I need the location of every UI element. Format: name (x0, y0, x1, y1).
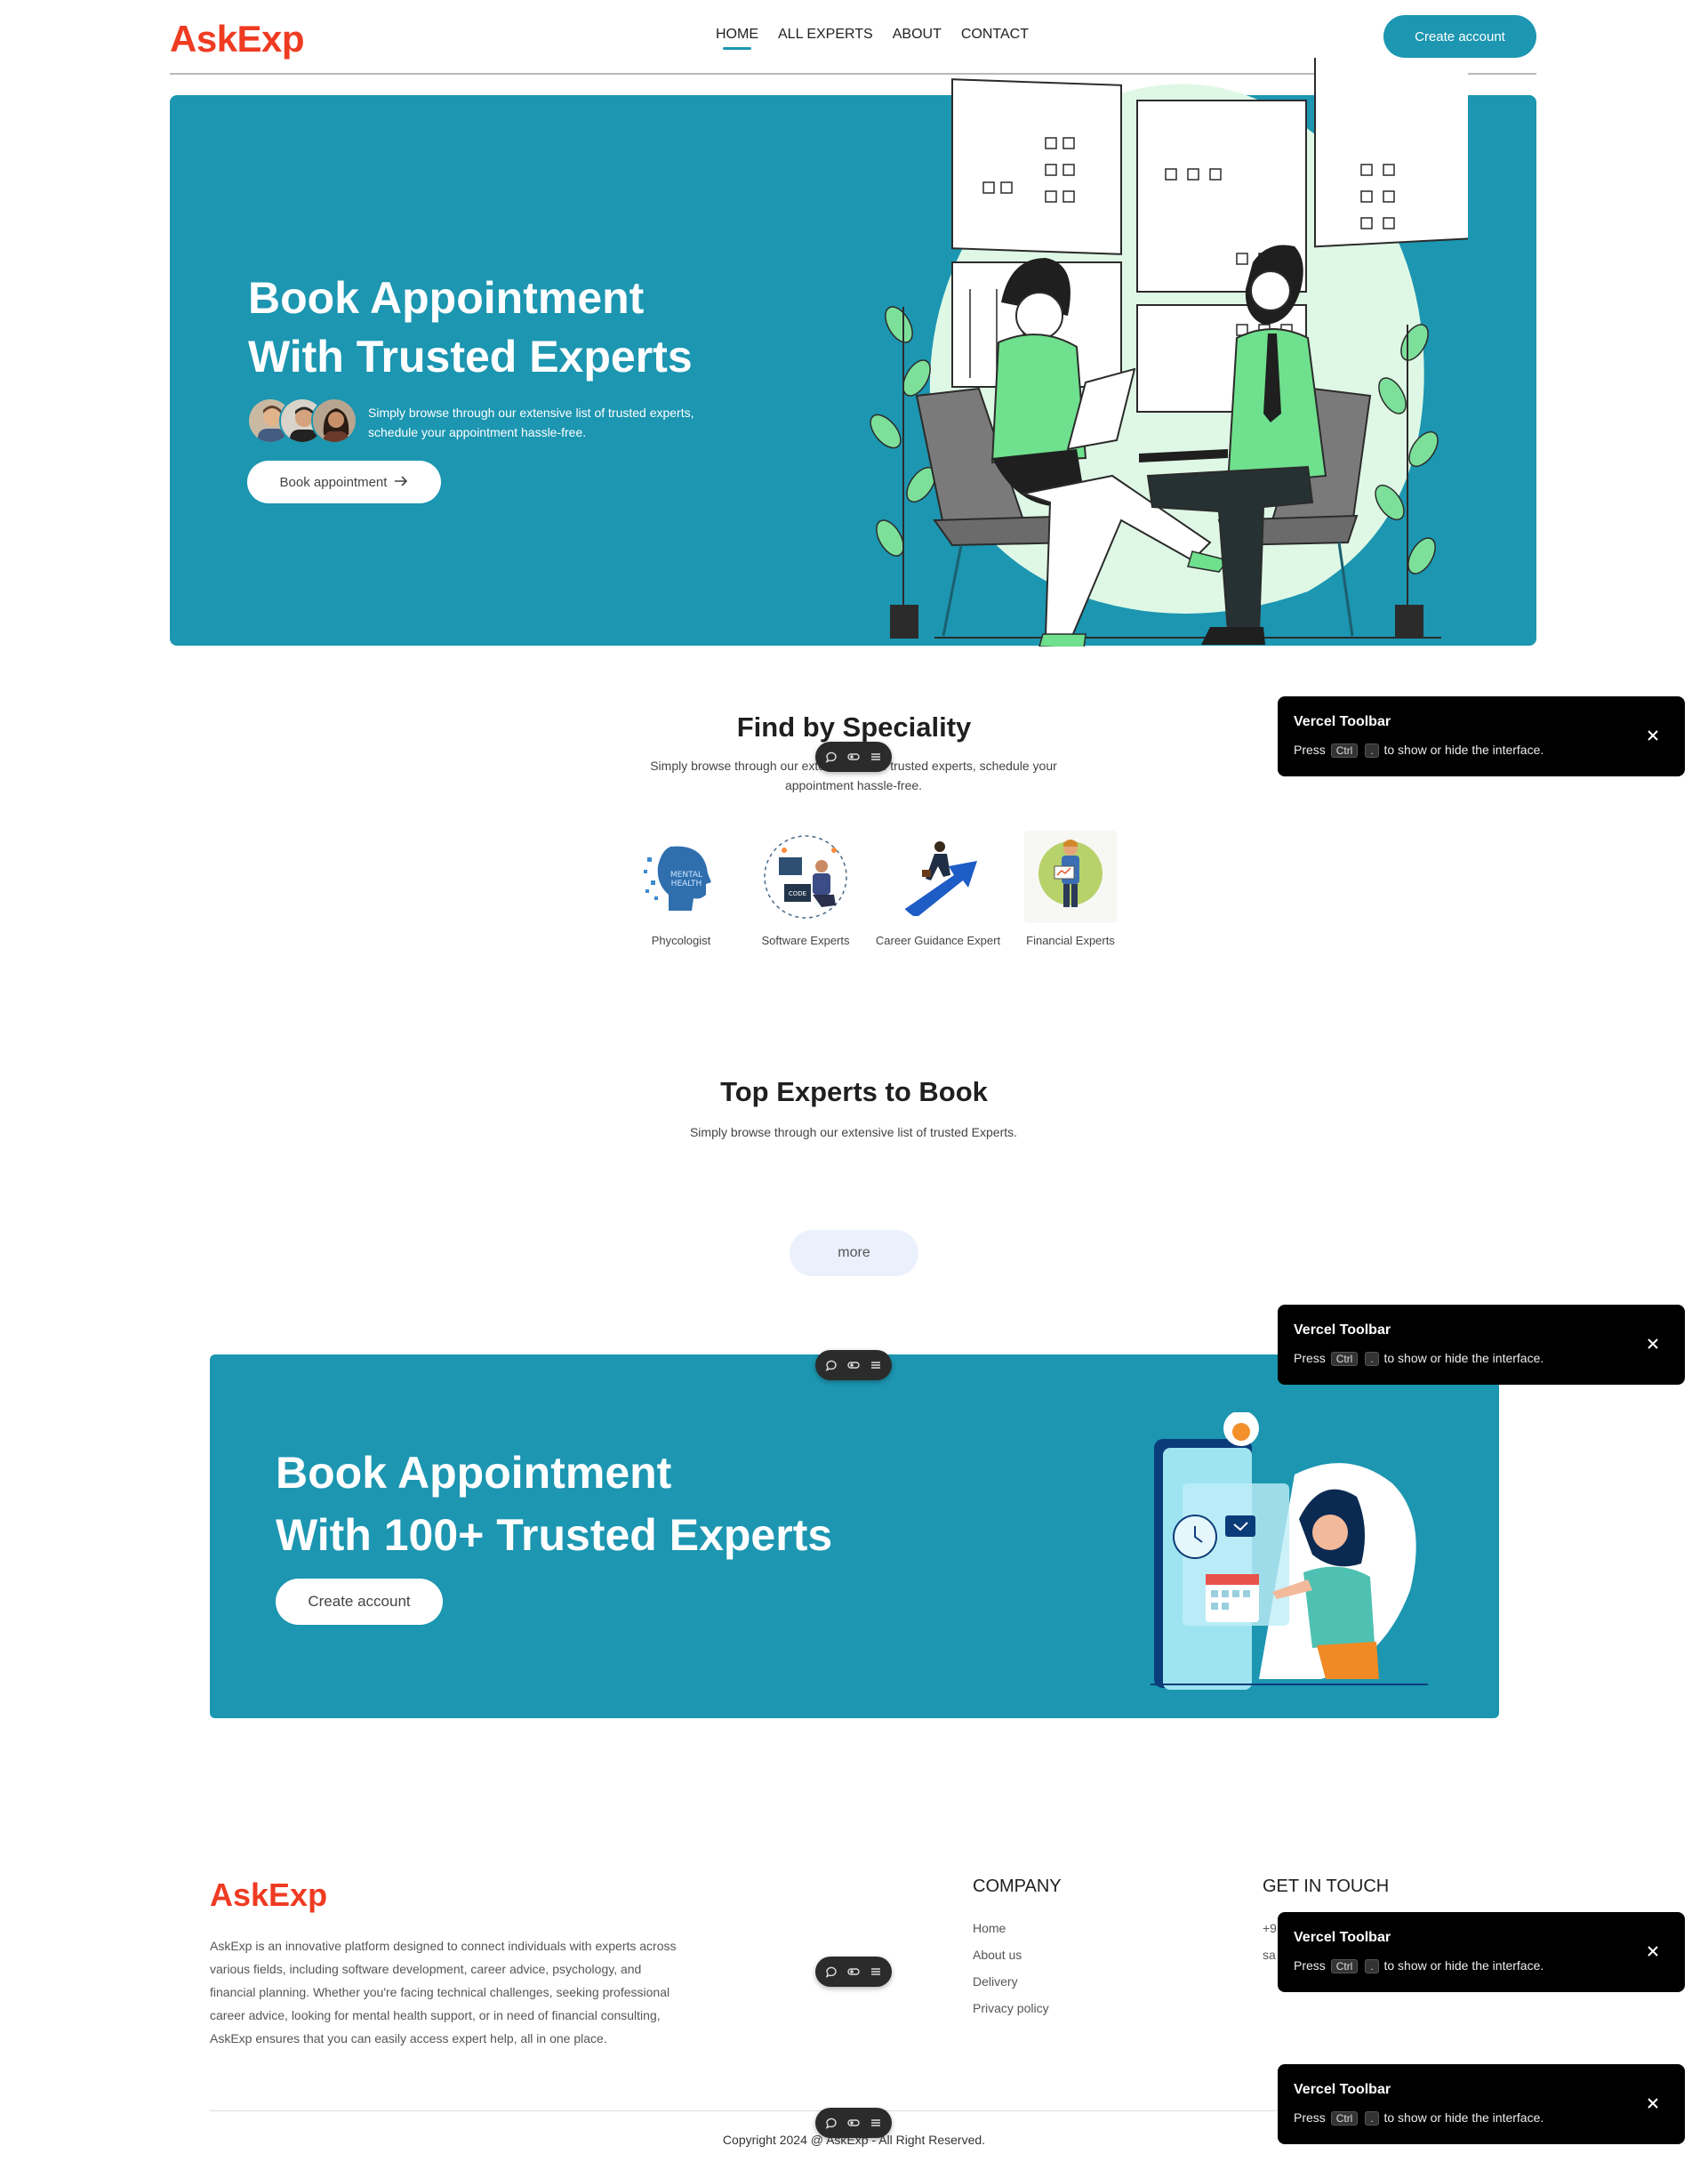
footer-company-title: COMPANY (973, 1877, 1062, 1896)
more-button[interactable]: more (790, 1230, 918, 1276)
site-logo[interactable]: AskExp (170, 18, 305, 60)
speciality-item-financial[interactable]: Financial Experts (1016, 831, 1125, 947)
vercel-toolbar-pill[interactable] (815, 1350, 892, 1380)
vercel-toolbar-pill[interactable] (815, 2108, 892, 2138)
hero-section: Book Appointment With Trusted Experts Si… (170, 58, 1536, 647)
toggle-icon (847, 2117, 860, 2129)
speciality-label: Phycologist (651, 934, 711, 947)
book-appointment-button[interactable]: Book appointment (247, 461, 441, 503)
hero-description: Simply browse through our extensive list… (368, 406, 694, 439)
footer-company: COMPANY Home About us Delivery Privacy p… (973, 1877, 1062, 2021)
arrow-right-icon (394, 475, 408, 490)
comment-icon (825, 751, 838, 763)
create-account-button[interactable]: Create account (1383, 15, 1536, 58)
toggle-icon (847, 751, 860, 763)
avatar (311, 398, 357, 444)
speciality-item-software[interactable]: CODE Software Experts (751, 831, 860, 947)
menu-icon (870, 1965, 882, 1978)
comment-icon (825, 1359, 838, 1371)
footer-link-delivery[interactable]: Delivery (973, 1968, 1062, 1995)
close-icon[interactable] (1640, 1939, 1665, 1964)
top-experts-subtitle: Simply browse through our extensive list… (689, 1125, 1018, 1139)
footer-logo[interactable]: AskExp (210, 1877, 327, 1914)
svg-text:CODE: CODE (789, 890, 806, 897)
speciality-label: Career Guidance Expert (875, 934, 1001, 947)
vercel-toolbar-toast: Vercel Toolbar Press Ctrl . to show or h… (1278, 2064, 1685, 2144)
menu-icon (870, 1359, 882, 1371)
meeting-illustration (870, 58, 1468, 647)
footer-link-about[interactable]: About us (973, 1941, 1062, 1968)
climbing-arrow-icon (892, 831, 984, 923)
expert-avatars (247, 398, 357, 444)
vercel-toolbar-toast: Vercel Toolbar Press Ctrl . to show or h… (1278, 1305, 1685, 1385)
svg-text:HEALTH: HEALTH (671, 880, 702, 888)
speciality-label: Software Experts (761, 934, 850, 947)
vercel-toolbar-pill[interactable] (815, 742, 892, 772)
speciality-label: Financial Experts (1026, 934, 1115, 947)
top-experts-title: Top Experts to Book (720, 1076, 988, 1107)
speciality-list: MENTAL HEALTH Phycologist CODE Software E… (627, 831, 1125, 947)
comment-icon (825, 2117, 838, 2129)
footer-contact-title: GET IN TOUCH (1263, 1877, 1390, 1896)
close-icon[interactable] (1640, 2091, 1665, 2116)
hero-title: Book Appointment With Trusted Experts (248, 273, 693, 382)
book-appointment-label: Book appointment (279, 474, 388, 490)
nav-link-about[interactable]: ABOUT (893, 27, 942, 50)
nav-link-all-experts[interactable]: ALL EXPERTS (778, 27, 873, 50)
banner-create-account-button[interactable]: Create account (276, 1579, 443, 1625)
footer-link-privacy[interactable]: Privacy policy (973, 1995, 1062, 2021)
nav-link-home[interactable]: HOME (716, 27, 758, 50)
mental-health-icon: MENTAL HEALTH (635, 831, 727, 923)
nav-links: HOME ALL EXPERTS ABOUT CONTACT (716, 27, 1029, 50)
woman-booking-illustration (1151, 1412, 1428, 1690)
vercel-toolbar-pill[interactable] (815, 1957, 892, 1987)
presenter-with-chart-icon (1024, 831, 1117, 923)
speciality-item-phycologist[interactable]: MENTAL HEALTH Phycologist (627, 831, 735, 947)
close-icon[interactable] (1640, 723, 1665, 748)
svg-text:MENTAL: MENTAL (670, 871, 702, 880)
vercel-toolbar-toast: Vercel Toolbar Press Ctrl . to show or h… (1278, 696, 1685, 776)
menu-icon (870, 2117, 882, 2129)
comment-icon (825, 1965, 838, 1978)
coder-at-desk-icon: CODE (759, 831, 852, 923)
footer-description: AskExp is an innovative platform designe… (210, 1939, 677, 2045)
nav-link-contact[interactable]: CONTACT (961, 27, 1029, 50)
cta-banner: Book Appointment With 100+ Trusted Exper… (210, 1354, 1499, 1718)
banner-title: Book Appointment With 100+ Trusted Exper… (276, 1448, 833, 1560)
speciality-item-career[interactable]: Career Guidance Expert (876, 831, 1000, 947)
menu-icon (870, 751, 882, 763)
footer-link-home[interactable]: Home (973, 1915, 1062, 1941)
close-icon[interactable] (1640, 1331, 1665, 1356)
vercel-toolbar-toast: Vercel Toolbar Press Ctrl . to show or h… (1278, 1912, 1685, 1992)
toggle-icon (847, 1359, 860, 1371)
toggle-icon (847, 1965, 860, 1978)
